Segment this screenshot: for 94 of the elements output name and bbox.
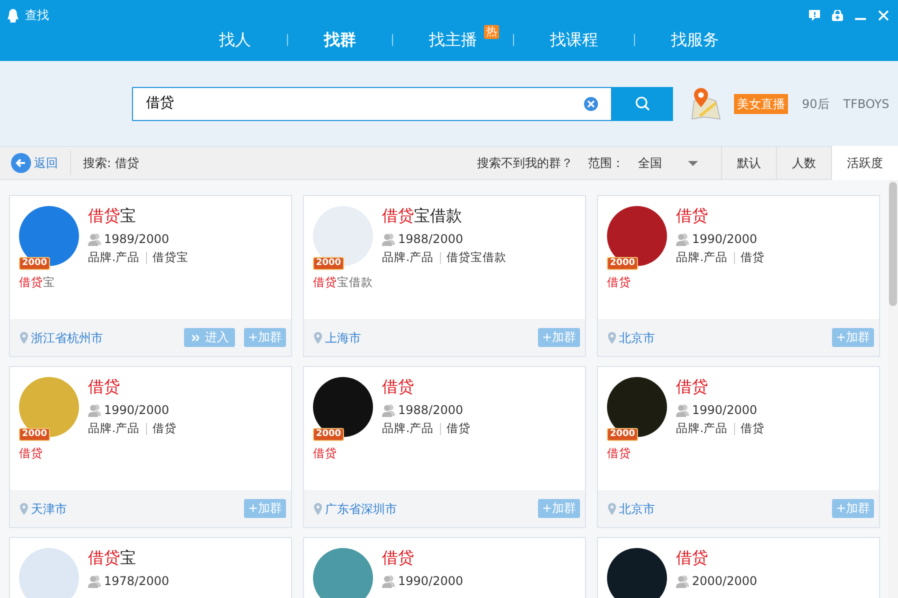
- group-tag: 借贷宝: [152, 249, 189, 266]
- group-tag: 品牌.产品: [88, 420, 140, 438]
- group-name[interactable]: 借贷宝: [88, 548, 170, 568]
- group-intro: 借贷: [607, 445, 632, 462]
- member-count: 1988/2000: [398, 402, 464, 419]
- search-input[interactable]: 借贷: [133, 92, 584, 115]
- group-intro: 借贷: [607, 274, 632, 292]
- group-location: 天津市: [31, 500, 67, 518]
- clear-icon[interactable]: [584, 96, 598, 110]
- member-count: 2000/2000: [692, 573, 758, 590]
- group-tag: 品牌.产品: [382, 420, 434, 438]
- member-count: 1990/2000: [692, 402, 758, 419]
- member-count: 1990/2000: [692, 231, 758, 248]
- group-tag: 借贷: [446, 420, 471, 438]
- group-tag: 品牌.产品: [88, 249, 140, 266]
- location-pin-icon: [608, 332, 616, 344]
- level-badge: 2000: [313, 428, 344, 441]
- members-icon: [88, 232, 101, 246]
- feedback-icon[interactable]: [809, 10, 820, 21]
- hot-search-link[interactable]: 90后: [802, 94, 830, 112]
- help-link[interactable]: 搜索不到我的群？: [477, 154, 573, 172]
- search-query: 搜索: 借贷: [83, 155, 139, 172]
- level-badge: 2000: [607, 428, 638, 441]
- members-icon: [88, 404, 101, 416]
- sort-tab[interactable]: 默认: [721, 146, 776, 180]
- member-count: 1989/2000: [104, 231, 170, 248]
- group-name[interactable]: 借贷: [676, 377, 765, 397]
- group-location: 北京市: [619, 330, 655, 346]
- location-pin-icon: [314, 502, 322, 514]
- member-count: 1990/2000: [104, 402, 170, 419]
- search-field[interactable]: 借贷: [132, 86, 612, 120]
- group-tag: 借贷宝借款: [446, 249, 507, 266]
- map-pin-icon[interactable]: [690, 86, 722, 120]
- members-icon: [382, 404, 395, 416]
- group-location: 广东省深圳市: [325, 500, 397, 518]
- back-link[interactable]: 返回: [0, 151, 71, 175]
- hot-badge: 热: [484, 25, 499, 39]
- location-pin-icon: [20, 502, 28, 514]
- group-name[interactable]: 借贷: [676, 548, 758, 568]
- group-name[interactable]: 借贷: [382, 377, 471, 397]
- level-badge: 2000: [313, 257, 344, 270]
- member-count: 1988/2000: [398, 231, 464, 248]
- nav-tab[interactable]: 找服务: [635, 29, 755, 51]
- nav-tab[interactable]: 找人: [183, 29, 287, 51]
- members-icon: [676, 574, 689, 588]
- caret-icon: [688, 160, 698, 166]
- group-intro: 借贷: [19, 445, 44, 462]
- group-location: 北京市: [619, 500, 655, 518]
- location-pin-icon: [608, 502, 616, 514]
- group-tag: 品牌.产品: [676, 249, 728, 266]
- members-icon: [88, 574, 101, 588]
- group-name[interactable]: 借贷宝借款: [382, 206, 507, 226]
- members-icon: [382, 232, 395, 246]
- group-tag: 品牌.产品: [382, 249, 434, 266]
- scope-label: 范围：: [588, 155, 624, 172]
- hot-search-link[interactable]: TFBOYS: [843, 94, 890, 112]
- group-intro: 借贷: [313, 445, 338, 462]
- avatar-placeholder: [313, 548, 373, 598]
- window-title: 查找: [25, 7, 49, 24]
- group-name[interactable]: 借贷: [676, 206, 765, 226]
- member-count: 1978/2000: [104, 573, 170, 590]
- search-button[interactable]: [612, 86, 673, 120]
- members-icon: [676, 232, 689, 246]
- level-badge: 2000: [19, 428, 50, 441]
- lock-icon[interactable]: [832, 10, 843, 21]
- group-tag: 借贷: [740, 249, 765, 266]
- group-name[interactable]: 借贷宝: [88, 206, 189, 226]
- location-pin-icon: [20, 332, 28, 344]
- double-chevron-icon: [192, 334, 199, 340]
- scope-dropdown[interactable]: 全国: [634, 154, 698, 172]
- group-tag: 借贷: [740, 420, 765, 438]
- hot-search-link[interactable]: 美女直播: [734, 94, 788, 114]
- group-name[interactable]: 借贷: [88, 377, 177, 397]
- scrollbar-thumb[interactable]: [889, 182, 897, 306]
- members-icon: [382, 574, 395, 588]
- level-badge: 2000: [19, 257, 50, 270]
- group-intro: 借贷宝: [19, 274, 56, 292]
- scrollbar[interactable]: [888, 180, 898, 598]
- penguin-icon: [7, 8, 19, 22]
- group-tag: 借贷: [152, 420, 177, 438]
- sort-tab[interactable]: 活跃度: [831, 146, 898, 180]
- group-location: 上海市: [325, 330, 361, 346]
- level-badge: 2000: [607, 257, 638, 270]
- member-count: 1990/2000: [398, 573, 464, 590]
- group-name[interactable]: 借贷: [382, 548, 464, 568]
- group-tag: 品牌.产品: [676, 420, 728, 438]
- group-location: 浙江省杭州市: [31, 330, 103, 346]
- close-icon[interactable]: [878, 10, 889, 21]
- members-icon: [676, 404, 689, 416]
- avatar-placeholder: [607, 548, 667, 598]
- location-pin-icon: [314, 332, 322, 344]
- group-intro: 借贷宝借款: [313, 274, 374, 292]
- search-icon: [635, 96, 650, 111]
- nav-tab[interactable]: 找课程: [514, 29, 634, 51]
